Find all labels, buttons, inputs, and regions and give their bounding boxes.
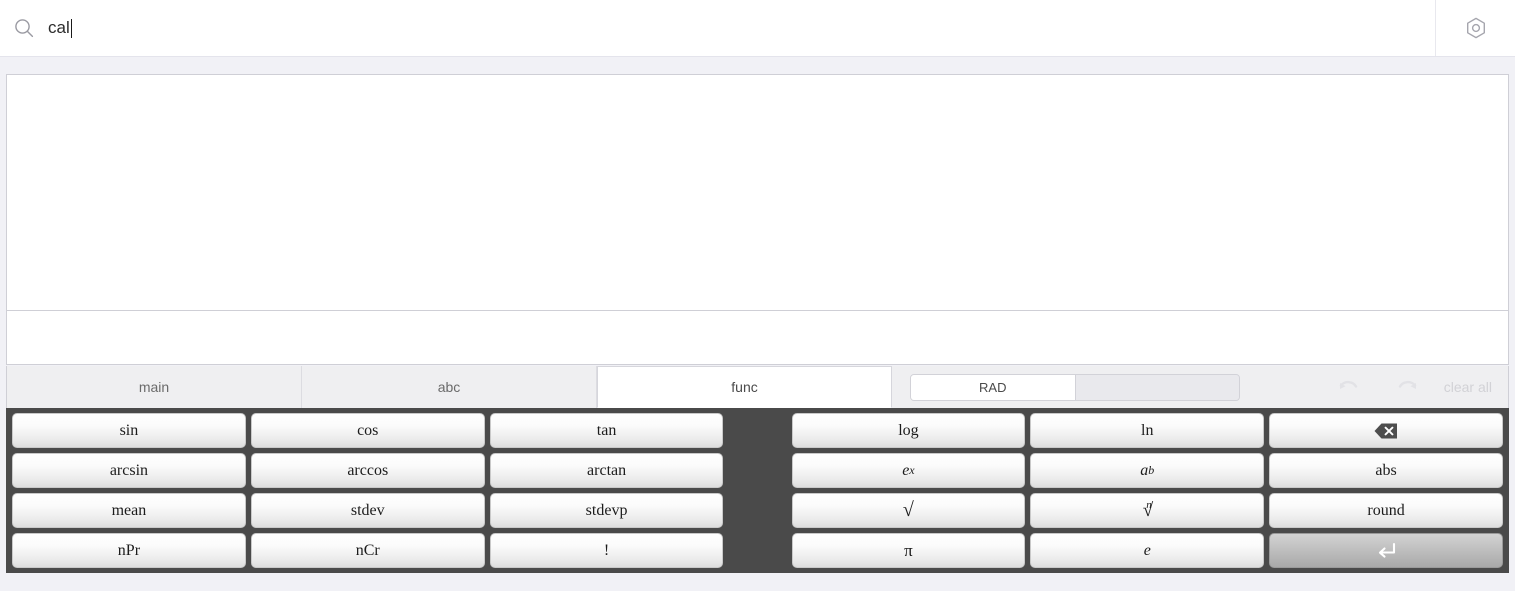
key-ncr[interactable]: nCr <box>250 533 485 568</box>
key-tan-label: tan <box>596 421 617 439</box>
tab-abc-label: abc <box>437 379 461 395</box>
key-ln-label: ln <box>1141 421 1154 439</box>
keypad-toolbar: main abc func RAD clear all <box>6 366 1509 408</box>
key-euler-e-label: e <box>1143 541 1151 559</box>
angle-mode-rad[interactable]: RAD <box>911 374 1076 400</box>
key-stdev-label: stdev <box>350 501 385 519</box>
key-cos-label: cos <box>357 421 379 439</box>
undo-button[interactable] <box>1318 366 1378 408</box>
redo-icon <box>1398 380 1416 389</box>
key-pi[interactable]: π <box>791 533 1026 568</box>
key-nth-root-index: n <box>1146 499 1152 511</box>
tab-main[interactable]: main <box>7 366 302 408</box>
clear-all-button[interactable]: clear all <box>1444 379 1498 395</box>
key-round[interactable]: round <box>1269 493 1503 528</box>
key-arccos-label: arccos <box>347 461 389 479</box>
key-a-to-the-b[interactable]: ab <box>1030 453 1265 488</box>
settings-button[interactable] <box>1435 0 1515 56</box>
search-icon[interactable] <box>0 17 48 39</box>
key-e-to-the-x-exponent: x <box>909 463 915 477</box>
undo-icon <box>1339 380 1357 389</box>
keypad: sin cos tan arcsin arccos arctan mean st… <box>6 408 1509 573</box>
key-npr[interactable]: nPr <box>12 533 246 568</box>
tab-main-label: main <box>138 379 170 395</box>
key-ncr-label: nCr <box>355 541 380 559</box>
key-sin-label: sin <box>119 421 139 439</box>
key-a-to-the-b-exponent: b <box>1148 463 1155 477</box>
key-arctan-label: arctan <box>587 461 627 479</box>
settings-nut-icon <box>1466 17 1485 39</box>
enter-icon <box>1379 542 1396 558</box>
key-mean[interactable]: mean <box>12 493 246 528</box>
key-nth-root[interactable]: n √ <box>1030 493 1265 528</box>
search-input-value: cal <box>48 18 70 37</box>
key-stdevp-label: stdevp <box>585 501 628 519</box>
toolbar-controls: RAD clear all <box>892 366 1508 408</box>
key-npr-label: nPr <box>117 541 141 559</box>
angle-mode-toggle[interactable]: RAD <box>910 373 1240 401</box>
search-bar: cal <box>0 0 1515 57</box>
key-e-to-the-x[interactable]: ex <box>791 453 1026 488</box>
key-factorial-label: ! <box>603 541 610 559</box>
keypad-left-group: sin cos tan arcsin arccos arctan mean st… <box>12 413 724 568</box>
text-caret <box>70 18 72 38</box>
key-tan[interactable]: tan <box>489 413 724 448</box>
key-enter[interactable] <box>1269 533 1503 568</box>
key-a-to-the-b-base: a <box>1140 461 1149 479</box>
key-factorial[interactable]: ! <box>489 533 724 568</box>
key-log[interactable]: log <box>791 413 1026 448</box>
key-square-root-label: √ <box>902 499 914 521</box>
key-abs-label: abs <box>1375 461 1397 479</box>
result-canvas[interactable] <box>7 311 1508 364</box>
key-backspace[interactable] <box>1269 413 1503 448</box>
key-arcsin-label: arcsin <box>109 461 149 479</box>
key-cos[interactable]: cos <box>250 413 485 448</box>
key-sin[interactable]: sin <box>12 413 246 448</box>
work-area <box>6 74 1509 365</box>
tab-func-label: func <box>731 379 758 395</box>
key-mean-label: mean <box>111 501 147 519</box>
key-ln[interactable]: ln <box>1030 413 1265 448</box>
key-log-label: log <box>898 421 919 439</box>
redo-button[interactable] <box>1378 366 1438 408</box>
key-abs[interactable]: abs <box>1269 453 1503 488</box>
angle-mode-rad-label: RAD <box>979 379 1007 395</box>
key-stdevp[interactable]: stdevp <box>489 493 724 528</box>
key-euler-e[interactable]: e <box>1030 533 1265 568</box>
key-arctan[interactable]: arctan <box>489 453 724 488</box>
search-input[interactable]: cal <box>48 0 1435 56</box>
tab-func[interactable]: func <box>597 366 892 408</box>
key-pi-label: π <box>904 540 913 560</box>
angle-mode-alt[interactable] <box>1075 374 1239 400</box>
clear-all-label: clear all <box>1443 379 1492 395</box>
backspace-icon <box>1374 423 1398 438</box>
key-stdev[interactable]: stdev <box>250 493 485 528</box>
key-arcsin[interactable]: arcsin <box>12 453 246 488</box>
key-round-label: round <box>1367 501 1405 519</box>
nth-root-icon: n √ <box>1141 499 1153 521</box>
expression-canvas[interactable] <box>7 75 1508 311</box>
tab-abc[interactable]: abc <box>302 366 597 408</box>
key-square-root[interactable]: √ <box>791 493 1026 528</box>
keypad-right-group: log ln ex ab abs √ n √ round π e <box>791 413 1504 568</box>
key-arccos[interactable]: arccos <box>250 453 485 488</box>
